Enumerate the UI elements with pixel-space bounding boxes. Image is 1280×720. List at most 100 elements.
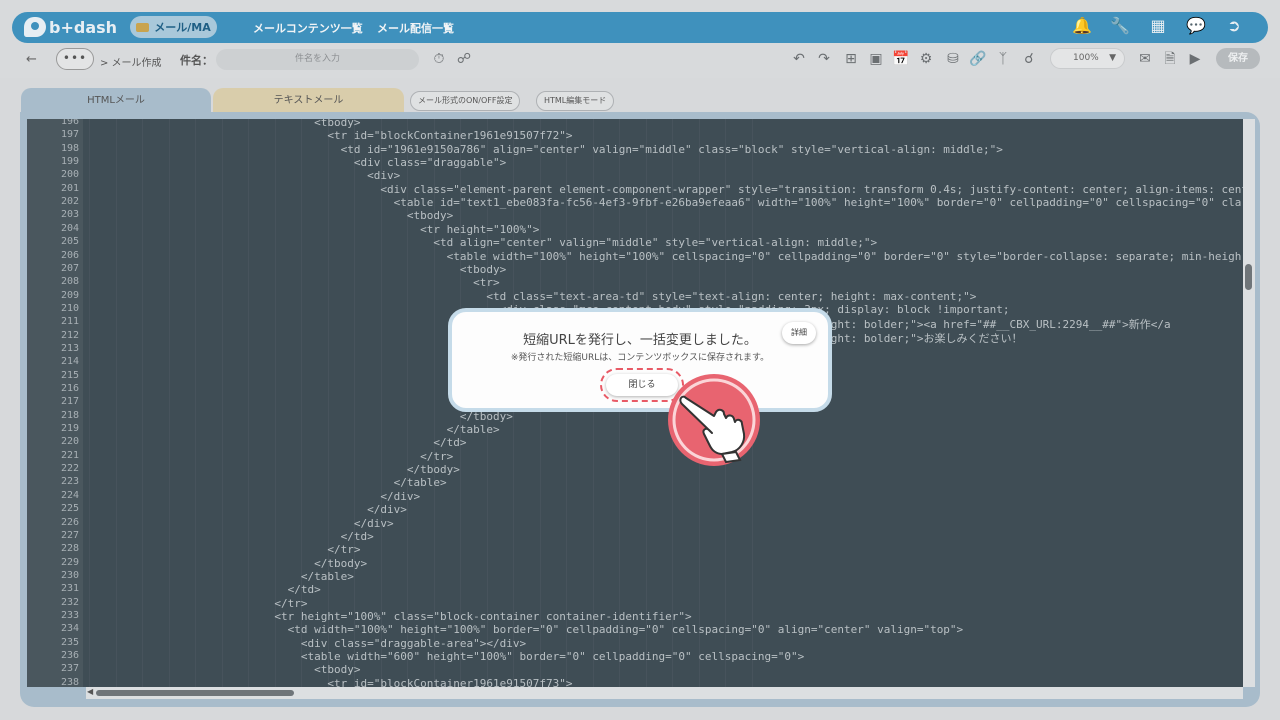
code-line[interactable]: </table> — [89, 476, 447, 489]
tab-html-mail[interactable]: HTMLメール — [21, 88, 211, 114]
code-line[interactable]: </div> — [89, 517, 394, 530]
line-number: 217 — [60, 396, 79, 408]
logout-icon[interactable]: ➲ — [1224, 16, 1244, 36]
dialog-subtitle: ※発行された短縮URLは、コンテンツボックスに保存されます。 — [510, 353, 770, 363]
line-number: 203 — [60, 209, 79, 221]
mail-format-toggle-button[interactable]: メール形式のON/OFF設定 — [410, 91, 521, 111]
wrench-icon[interactable]: 🔧 — [1110, 16, 1130, 36]
code-line[interactable]: </tr> — [89, 450, 453, 463]
code-line[interactable]: <div class="draggable"> — [89, 156, 506, 169]
code-line[interactable]: <table width="100%" height="100%" cellsp… — [89, 250, 1242, 263]
subject-input[interactable]: 件名を入力 — [216, 49, 419, 70]
line-number: 201 — [60, 182, 79, 194]
html-edit-mode-button[interactable]: HTML編集モード — [536, 91, 615, 111]
back-arrow-icon[interactable]: ← — [26, 52, 37, 67]
detail-button[interactable]: 詳細 — [782, 322, 816, 344]
code-line[interactable]: </tbody> — [89, 410, 513, 423]
code-line[interactable]: </div> — [89, 503, 407, 516]
add-block-icon[interactable]: ⊞ — [842, 50, 860, 68]
code-line[interactable]: <tbody> — [89, 119, 360, 129]
code-line[interactable]: <td align="center" valign="middle" style… — [89, 236, 877, 249]
link-settings-icon[interactable]: ☍ — [455, 50, 473, 68]
code-line[interactable]: </td> — [89, 436, 466, 449]
code-line[interactable]: <table id="text1_ebe083fa-fc56-4ef3-9fbf… — [89, 196, 1242, 209]
line-number: 196 — [60, 119, 79, 127]
settings-gear-icon[interactable]: ⚙ — [917, 50, 935, 68]
code-line[interactable]: <tr height="100%"> — [89, 223, 539, 236]
code-line[interactable]: <td width="100%" height="100%" border="0… — [89, 623, 964, 636]
more-menu-button[interactable]: ••• — [56, 48, 94, 70]
code-line[interactable]: <tbody> — [89, 263, 506, 276]
code-line[interactable]: <div class="element-parent element-compo… — [89, 183, 1243, 196]
line-number: 199 — [60, 156, 79, 168]
line-number: 206 — [60, 249, 79, 261]
line-number: 216 — [60, 383, 79, 394]
code-line[interactable]: </td> — [89, 530, 374, 543]
line-number: 221 — [60, 449, 79, 461]
database-icon[interactable]: ⛁ — [944, 50, 962, 68]
code-line[interactable]: <td id="1961e9150a786" align="center" va… — [89, 143, 1003, 156]
vertical-scrollbar[interactable] — [1243, 119, 1255, 687]
code-line[interactable]: <div class="draggable-area"></div> — [89, 637, 526, 650]
zoom-select[interactable]: 100% ▼ — [1050, 48, 1125, 69]
code-line[interactable]: </div> — [89, 490, 420, 503]
nav-mail-content-list[interactable]: メールコンテンツ一覧 — [253, 20, 363, 36]
preview-play-icon[interactable]: ▶ — [1186, 50, 1204, 68]
logo-mark-icon — [24, 17, 46, 37]
line-number: 215 — [60, 369, 79, 381]
line-number: 207 — [60, 262, 79, 274]
line-number: 228 — [60, 543, 79, 555]
line-number: 209 — [60, 289, 79, 301]
line-number: 198 — [60, 142, 79, 154]
line-number: 222 — [60, 463, 79, 475]
document-search-icon[interactable]: 🗎 — [1161, 50, 1179, 68]
scroll-left-icon[interactable]: ◀ — [87, 687, 93, 696]
line-number: 204 — [60, 222, 79, 234]
grid-icon[interactable]: ▦ — [1148, 16, 1168, 36]
code-line[interactable]: <table width="600" height="100%" border=… — [89, 650, 804, 663]
code-line[interactable]: <tbody> — [89, 209, 453, 222]
code-line[interactable]: <tr id="blockContainer1961e91507f73"> — [89, 677, 572, 687]
code-line[interactable]: <td class="text-area-td" style="text-ali… — [89, 290, 976, 303]
redo-icon[interactable]: ↷ — [815, 50, 833, 68]
code-line[interactable]: <tr> — [89, 276, 500, 289]
line-number: 237 — [60, 663, 79, 675]
code-line[interactable]: <tr height="100%" class="block-container… — [89, 610, 691, 623]
code-line[interactable]: <tr id="blockContainer1961e91507f72"> — [89, 129, 572, 142]
code-line[interactable]: <tbody> — [89, 663, 360, 676]
line-number: 230 — [60, 569, 79, 581]
nav-mail-delivery-list[interactable]: メール配信一覧 — [377, 20, 454, 36]
code-line[interactable]: </td> — [89, 583, 321, 596]
schedule-icon[interactable]: ⏱ — [430, 50, 448, 68]
merge-icon[interactable]: ᛉ — [994, 50, 1012, 68]
code-line[interactable]: </tbody> — [89, 463, 460, 476]
code-line[interactable]: <div> — [89, 169, 400, 182]
chevron-down-icon: ▼ — [1109, 53, 1116, 63]
line-number: 223 — [60, 476, 79, 488]
line-number: 218 — [60, 409, 79, 421]
nav-mail-ma-button[interactable]: メール/MA — [130, 16, 217, 38]
app-logo[interactable]: b+dash — [24, 17, 117, 37]
horizontal-scrollbar-thumb[interactable] — [96, 690, 294, 696]
link-icon[interactable]: 🔗 — [969, 50, 987, 68]
test-mail-icon[interactable]: ✉ — [1136, 50, 1154, 68]
nav-mail-ma-label: メール/MA — [154, 21, 211, 34]
code-line[interactable]: </table> — [89, 570, 354, 583]
save-button[interactable]: 保存 — [1216, 48, 1260, 69]
tab-text-mail[interactable]: テキストメール — [213, 88, 404, 114]
chat-icon[interactable]: 💬 — [1186, 16, 1206, 36]
line-number: 224 — [60, 489, 79, 501]
line-number: 231 — [60, 583, 79, 595]
calendar-icon[interactable]: 📅 — [892, 50, 910, 68]
nav-icon-group: 🔔 🔧 ▦ 💬 ➲ — [1072, 16, 1244, 36]
image-icon[interactable]: ▣ — [867, 50, 885, 68]
code-line[interactable]: </tr> — [89, 597, 307, 610]
bell-icon[interactable]: 🔔 — [1072, 16, 1092, 36]
vertical-scrollbar-thumb[interactable] — [1245, 264, 1252, 290]
code-line[interactable]: </tbody> — [89, 557, 367, 570]
undo-icon[interactable]: ↶ — [790, 50, 808, 68]
line-number-gutter: 196 197 198 199 200 201 202 203 204 205 206 207 208 2… — [27, 119, 83, 687]
unlink-icon[interactable]: ☌ — [1020, 50, 1038, 68]
code-line[interactable]: </tr> — [89, 543, 360, 556]
code-line[interactable]: </table> — [89, 423, 500, 436]
